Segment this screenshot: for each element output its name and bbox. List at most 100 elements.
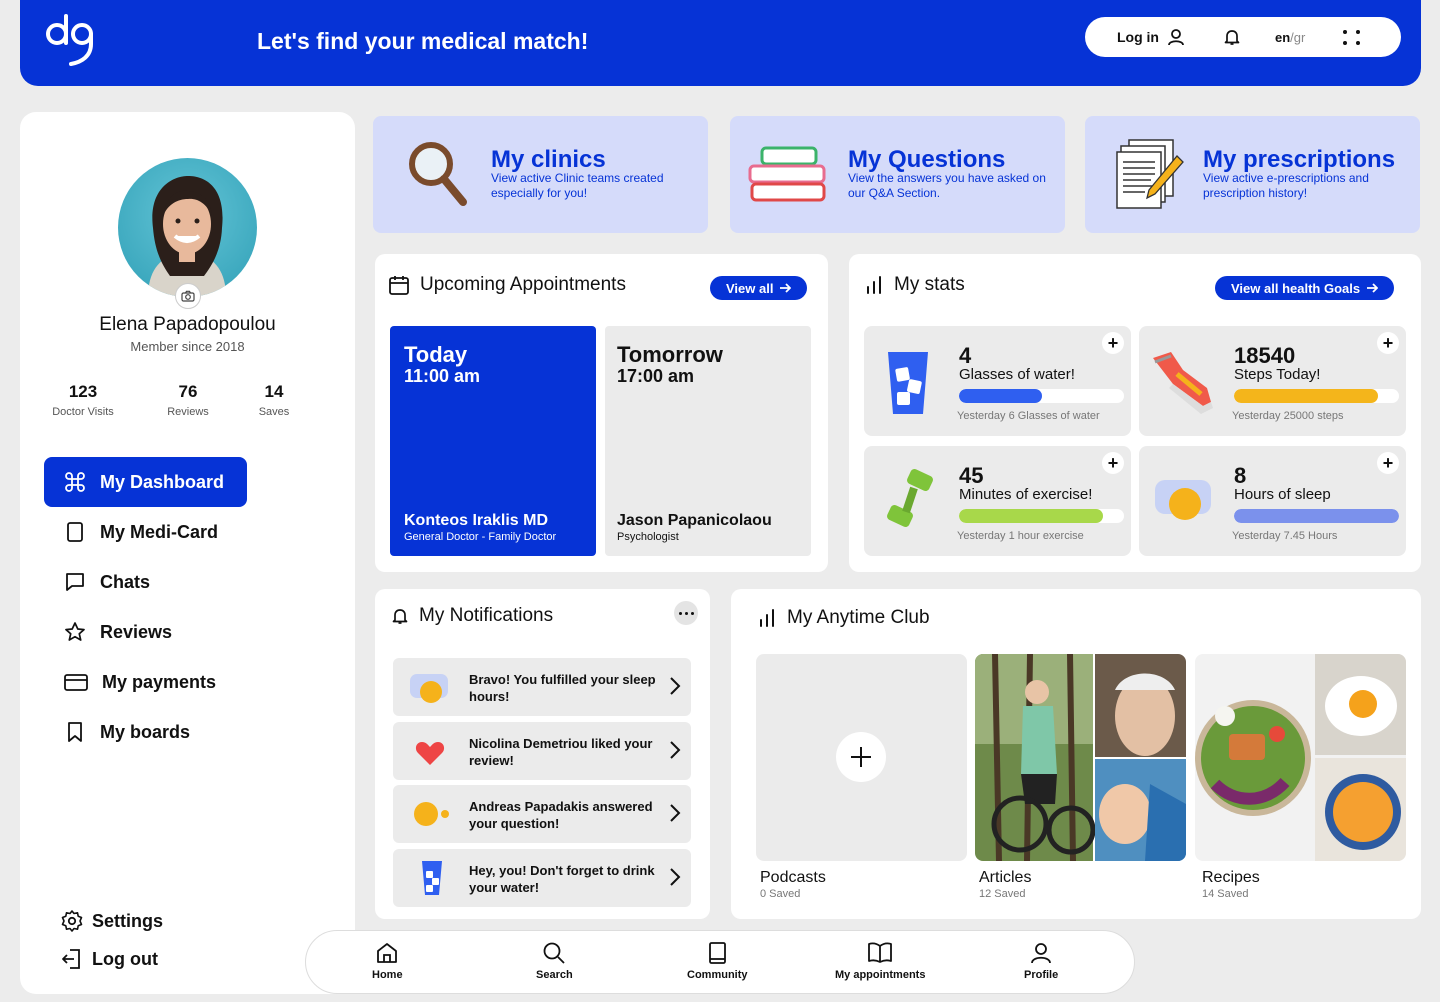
sidebar-item-reviews[interactable]: Reviews <box>44 607 247 657</box>
settings-link[interactable]: Settings <box>60 902 163 940</box>
add-exercise-button[interactable]: + <box>1102 452 1124 474</box>
member-since: Member since 2018 <box>130 339 245 354</box>
add-water-button[interactable]: + <box>1102 332 1124 354</box>
my-prescriptions-card[interactable]: My prescriptions View active e-prescript… <box>1085 116 1420 233</box>
my-stats-panel: My stats View all health Goals 4 Glasses… <box>849 254 1421 572</box>
stat-steps[interactable]: 18540 Steps Today! Yesterday 25000 steps… <box>1139 326 1406 436</box>
count-doctor-visits: 123 Doctor Visits <box>52 382 114 418</box>
my-questions-card[interactable]: My Questions View the answers you have a… <box>730 116 1065 233</box>
tab-search[interactable]: Search <box>536 941 573 981</box>
appointment-card-today[interactable]: Today 11:00 am Konteos Iraklis MD Genera… <box>390 326 596 556</box>
view-all-appointments-button[interactable]: View all <box>710 276 808 300</box>
bar-chart-icon <box>867 276 881 294</box>
tab-community[interactable]: Community <box>687 941 748 981</box>
sidebar-item-dashboard[interactable]: My Dashboard <box>44 457 247 507</box>
profile-counts: 123 Doctor Visits 76 Reviews 14 Saves <box>48 382 299 418</box>
sidebar-item-boards[interactable]: My boards <box>44 707 247 757</box>
tab-home[interactable]: Home <box>372 941 403 981</box>
notification-item-review-like[interactable]: Nicolina Demetriou liked your review! <box>393 722 691 780</box>
profile-sidebar: Elena Papadopoulou Member since 2018 123… <box>20 112 355 994</box>
arrow-right-icon <box>780 283 792 293</box>
appointments-title: Upcoming Appointments <box>388 274 626 296</box>
card-icon <box>67 522 83 542</box>
command-icon <box>65 472 85 492</box>
search-icon <box>543 942 565 964</box>
view-all-health-goals-button[interactable]: View all health Goals <box>1215 276 1395 300</box>
count-reviews: 76 Reviews <box>167 382 209 418</box>
dumbbell-icon <box>887 468 933 528</box>
sidebar-item-chats[interactable]: Chats <box>44 557 247 607</box>
count-saves: 14 Saves <box>258 382 290 418</box>
magnifier-icon <box>409 142 467 206</box>
my-prescriptions-desc: View active e-prescriptions and prescrip… <box>1203 171 1369 200</box>
bar-chart-icon <box>760 609 774 627</box>
bell-icon <box>1224 30 1240 45</box>
heart-icon <box>415 742 445 765</box>
recipes-label: Recipes <box>1202 869 1260 886</box>
my-prescriptions-title: My prescriptions <box>1203 146 1396 173</box>
club-tile-podcasts[interactable] <box>756 654 967 861</box>
notification-item-water[interactable]: Hey, you! Don't forget to drink your wat… <box>393 849 691 907</box>
sleep-progress-bar <box>1234 509 1399 523</box>
upcoming-appointments-panel: Upcoming Appointments View all Today 11:… <box>375 254 828 572</box>
logout-icon <box>62 949 80 969</box>
chevron-right-icon <box>670 868 681 886</box>
stat-sleep[interactable]: 8 Hours of sleep Yesterday 7.45 Hours + <box>1139 446 1406 556</box>
steps-progress-bar <box>1234 389 1399 403</box>
appointment-card-tomorrow[interactable]: Tomorrow 17:00 am Jason Papanicolaou Psy… <box>605 326 811 556</box>
articles-saved-count: 12 Saved <box>979 888 1026 900</box>
my-questions-title: My Questions <box>848 146 1006 173</box>
open-book-icon <box>868 942 893 963</box>
book-icon <box>709 942 727 964</box>
water-progress-bar <box>959 389 1124 403</box>
notification-item-answer[interactable]: Andreas Papadakis answered your question… <box>393 785 691 843</box>
articles-collage-image <box>975 654 1186 861</box>
my-clinics-card[interactable]: My clinics View active Clinic teams crea… <box>373 116 708 233</box>
user-icon <box>1031 943 1052 964</box>
avatar-photo <box>148 176 226 297</box>
add-sleep-button[interactable]: + <box>1377 452 1399 474</box>
tab-my-appointments[interactable]: My appointments <box>835 941 925 981</box>
login-label: Log in <box>1117 29 1159 45</box>
notifications-more-button[interactable] <box>674 601 698 625</box>
star-icon <box>65 622 85 641</box>
podcasts-saved-count: 0 Saved <box>760 888 801 900</box>
login-button[interactable]: Log in <box>1117 28 1185 46</box>
notifications-button[interactable] <box>1223 28 1241 46</box>
sidebar-item-medi-card[interactable]: My Medi-Card <box>44 507 247 557</box>
avatar[interactable] <box>118 158 257 297</box>
user-icon <box>1168 29 1184 46</box>
anytime-club-panel: My Anytime Club Podcasts 0 Saved Article… <box>731 589 1421 919</box>
club-tile-articles[interactable] <box>975 654 1186 861</box>
exercise-progress-bar <box>959 509 1124 523</box>
home-icon <box>377 943 398 963</box>
camera-icon <box>181 290 195 302</box>
tab-profile[interactable]: Profile <box>1024 941 1058 981</box>
sidebar-item-payments[interactable]: My payments <box>44 657 247 707</box>
chevron-right-icon <box>670 804 681 822</box>
calendar-icon <box>389 276 409 295</box>
notification-item-sleep[interactable]: Bravo! You fulfilled your sleep hours! <box>393 658 691 716</box>
language-switch[interactable]: en/gr <box>1275 30 1305 45</box>
prescription-icon <box>1116 139 1184 209</box>
books-icon <box>748 146 826 202</box>
add-steps-button[interactable]: + <box>1377 332 1399 354</box>
my-questions-desc: View the answers you have asked on our Q… <box>848 171 1046 200</box>
apps-menu-icon[interactable] <box>1343 29 1361 45</box>
stat-exercise[interactable]: 45 Minutes of exercise! Yesterday 1 hour… <box>864 446 1131 556</box>
club-tile-recipes[interactable] <box>1195 654 1406 861</box>
my-clinics-desc: View active Clinic teams created especia… <box>491 171 664 200</box>
stat-water[interactable]: 4 Glasses of water! Yesterday 6 Glasses … <box>864 326 1131 436</box>
logout-link[interactable]: Log out <box>60 940 163 978</box>
water-glass-icon <box>422 861 442 895</box>
brand-logo-icon[interactable] <box>44 12 96 68</box>
add-podcast-button[interactable] <box>836 732 886 782</box>
bell-icon <box>392 609 408 624</box>
water-glass-icon <box>888 352 928 414</box>
change-photo-button[interactable] <box>175 283 201 309</box>
sneaker-icon <box>1153 352 1213 414</box>
chevron-right-icon <box>670 741 681 759</box>
club-title: My Anytime Club <box>757 607 930 629</box>
recipes-collage-image <box>1195 654 1406 861</box>
plus-icon <box>851 747 871 767</box>
